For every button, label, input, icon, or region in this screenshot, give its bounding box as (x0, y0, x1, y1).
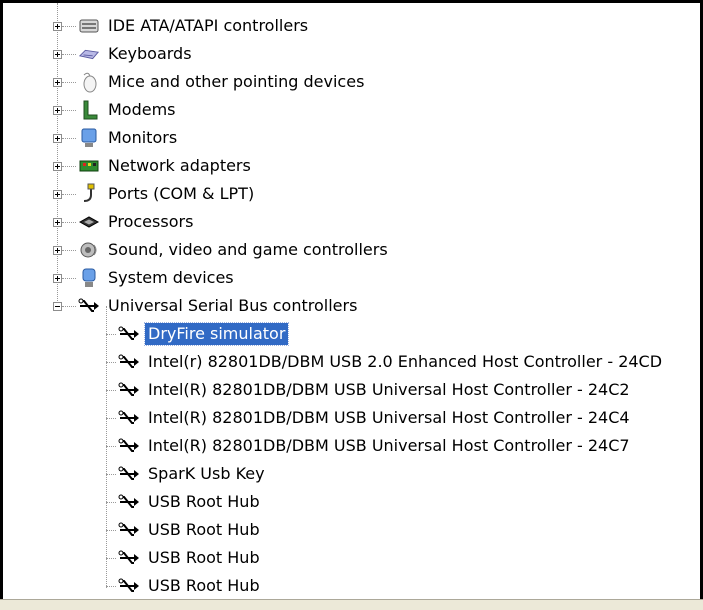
tree-item-label: Sound, video and game controllers (108, 240, 388, 259)
tree-item-label: Universal Serial Bus controllers (108, 296, 358, 315)
tree-item-label: Intel(r) 82801DB/DBM USB 2.0 Enhanced Ho… (148, 352, 663, 371)
collapse-toggle[interactable] (53, 302, 62, 311)
usb-device-intel-24cd[interactable]: Intel(r) 82801DB/DBM USB 2.0 Enhanced Ho… (106, 349, 662, 375)
status-bar (0, 599, 703, 610)
tree-item-ports[interactable]: Ports (COM & LPT) (53, 181, 254, 207)
mouse-icon (78, 71, 100, 93)
usb-device-root-hub-1[interactable]: USB Root Hub (106, 489, 260, 515)
tree-item-processors[interactable]: Processors (53, 209, 193, 235)
usb-device-intel-24c7[interactable]: Intel(R) 82801DB/DBM USB Universal Host … (106, 433, 630, 459)
expand-toggle[interactable] (53, 162, 62, 171)
tree-item-label: SparK Usb Key (148, 464, 265, 483)
tree-item-label: Intel(R) 82801DB/DBM USB Universal Host … (148, 380, 630, 399)
tree-item-keyboards[interactable]: Keyboards (53, 41, 192, 67)
usb-icon (118, 323, 140, 345)
tree-item-label: Keyboards (108, 44, 192, 63)
tree-item-usb-controllers[interactable]: Universal Serial Bus controllers (53, 293, 357, 319)
usb-icon (118, 351, 140, 373)
tree-item-mice[interactable]: Mice and other pointing devices (53, 69, 364, 95)
ide-controller-icon (78, 15, 100, 37)
network-adapter-icon (78, 155, 100, 177)
tree-item-label: Intel(R) 82801DB/DBM USB Universal Host … (148, 436, 630, 455)
expand-toggle[interactable] (53, 274, 62, 283)
system-device-icon (78, 267, 100, 289)
usb-device-intel-24c2[interactable]: Intel(R) 82801DB/DBM USB Universal Host … (106, 377, 630, 403)
usb-device-root-hub-3[interactable]: USB Root Hub (106, 545, 260, 571)
usb-icon (118, 463, 140, 485)
usb-device-root-hub-4[interactable]: USB Root Hub (106, 573, 260, 599)
monitor-icon (78, 127, 100, 149)
usb-icon (118, 519, 140, 541)
expand-toggle[interactable] (53, 22, 62, 31)
tree-item-label: USB Root Hub (148, 576, 260, 595)
usb-icon (118, 435, 140, 457)
tree-item-label: Mice and other pointing devices (108, 72, 365, 91)
usb-icon (118, 407, 140, 429)
keyboard-icon (78, 43, 100, 65)
expand-toggle[interactable] (53, 190, 62, 199)
expand-toggle[interactable] (53, 246, 62, 255)
tree-item-system-devices[interactable]: System devices (53, 265, 234, 291)
usb-device-spark-usb-key[interactable]: SparK Usb Key (106, 461, 265, 487)
sound-icon (78, 239, 100, 261)
tree-item-label: Intel(R) 82801DB/DBM USB Universal Host … (148, 408, 630, 427)
tree-item-monitors[interactable]: Monitors (53, 125, 177, 151)
tree-item-label: USB Root Hub (148, 548, 260, 567)
usb-device-root-hub-2[interactable]: USB Root Hub (106, 517, 260, 543)
modem-icon (78, 99, 100, 121)
usb-icon (118, 491, 140, 513)
tree-item-label: USB Root Hub (148, 492, 260, 511)
tree-item-label: DryFire simulator (143, 322, 290, 346)
tree-item-ide-controllers[interactable]: IDE ATA/ATAPI controllers (53, 13, 308, 39)
usb-icon (118, 575, 140, 597)
expand-toggle[interactable] (53, 106, 62, 115)
processor-icon (78, 211, 100, 233)
tree-item-network-adapters[interactable]: Network adapters (53, 153, 251, 179)
usb-icon (118, 379, 140, 401)
usb-device-dryfire[interactable]: DryFire simulator (106, 321, 290, 347)
tree-item-sound-video-game[interactable]: Sound, video and game controllers (53, 237, 388, 263)
expand-toggle[interactable] (53, 134, 62, 143)
expand-toggle[interactable] (53, 218, 62, 227)
tree-item-label: USB Root Hub (148, 520, 260, 539)
tree-item-label: Processors (108, 212, 194, 231)
device-manager-pane: IDE ATA/ATAPI controllers Keyboards Mice… (0, 0, 703, 609)
tree-item-label: System devices (108, 268, 234, 287)
tree-item-label: Modems (108, 100, 176, 119)
port-icon (78, 183, 100, 205)
usb-device-intel-24c4[interactable]: Intel(R) 82801DB/DBM USB Universal Host … (106, 405, 630, 431)
expand-toggle[interactable] (53, 50, 62, 59)
tree-item-label: IDE ATA/ATAPI controllers (108, 16, 309, 35)
usb-icon (78, 295, 100, 317)
tree-item-label: Ports (COM & LPT) (108, 184, 255, 203)
tree-item-label: Network adapters (108, 156, 251, 175)
tree-item-modems[interactable]: Modems (53, 97, 176, 123)
device-tree[interactable]: IDE ATA/ATAPI controllers Keyboards Mice… (3, 3, 703, 603)
expand-toggle[interactable] (53, 78, 62, 87)
usb-icon (118, 547, 140, 569)
tree-item-label: Monitors (108, 128, 178, 147)
